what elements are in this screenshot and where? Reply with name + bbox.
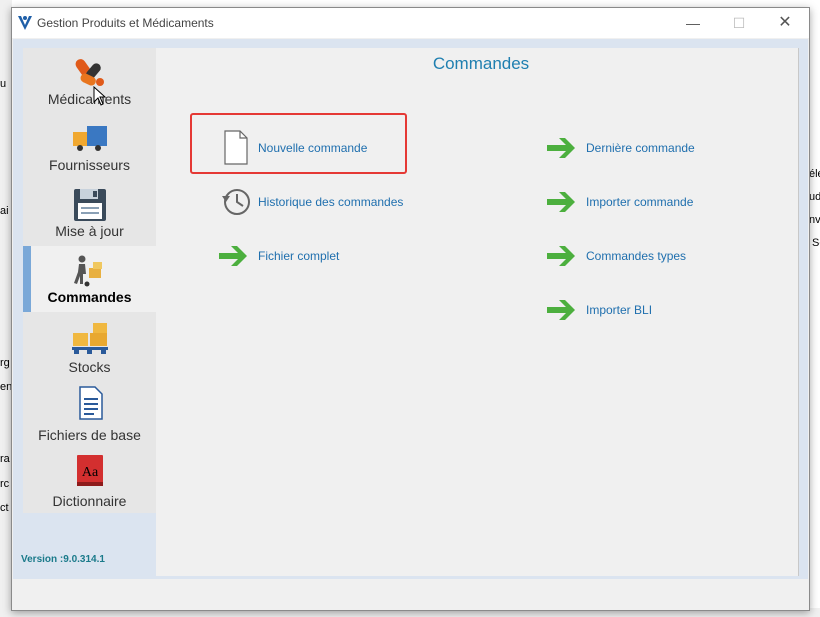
- bg-text-fragment: ct: [0, 502, 9, 514]
- sidebar-item-label: Médicaments: [47, 91, 132, 107]
- minimize-button[interactable]: —: [670, 8, 716, 38]
- dictionary-book-icon: Aa: [77, 455, 103, 486]
- bg-text-fragment: ai: [0, 205, 9, 217]
- app-logo-icon: [18, 16, 32, 30]
- sidebar-item-stocks[interactable]: Stocks: [23, 312, 156, 382]
- maximize-button[interactable]: ☐: [716, 8, 762, 38]
- floppy-disk-icon: [74, 189, 106, 221]
- green-arrow-icon: [547, 192, 575, 212]
- sidebar-item-label: Mise à jour: [55, 223, 124, 239]
- pills-icon: [75, 59, 104, 86]
- history-clock-icon: [222, 189, 250, 215]
- sidebar-item-dictionnaire[interactable]: Aa Dictionnaire: [23, 448, 156, 513]
- green-arrow-icon: [547, 246, 575, 266]
- blank-document-icon: [224, 130, 248, 165]
- bg-text-fragment: Se: [812, 237, 820, 249]
- boxes-on-pallet-icon: [72, 323, 108, 354]
- status-strip: [13, 579, 808, 609]
- sidebar-item-label: Dictionnaire: [52, 493, 127, 509]
- action-label: Importer BLI: [586, 303, 653, 317]
- sidebar-item-medicaments[interactable]: Médicaments: [23, 48, 156, 114]
- svg-text:Aa: Aa: [82, 465, 99, 480]
- green-arrow-icon: [547, 138, 575, 158]
- nouvelle-commande-button[interactable]: Nouvelle commande: [216, 128, 396, 168]
- bg-text-fragment: élé: [809, 168, 820, 180]
- bg-text-fragment: ud: [809, 191, 820, 203]
- action-label: Commandes types: [586, 249, 687, 263]
- action-label: Fichier complet: [258, 249, 340, 263]
- title-bar[interactable]: Gestion Produits et Médicaments — ☐ ✕: [12, 8, 809, 38]
- main-window: Gestion Produits et Médicaments — ☐ ✕ Mé…: [11, 7, 810, 611]
- sidebar-item-commandes[interactable]: Commandes: [23, 246, 156, 312]
- sidebar: Médicaments Fournisseurs Mise à jour Com…: [23, 48, 156, 513]
- sidebar-item-label: Fournisseurs: [49, 157, 130, 173]
- fichier-complet-button[interactable]: Fichier complet: [216, 236, 396, 276]
- bg-text-fragment: ra: [0, 453, 10, 465]
- close-button[interactable]: ✕: [762, 8, 808, 38]
- delivery-person-icon: [74, 255, 102, 287]
- action-label: Nouvelle commande: [258, 141, 368, 155]
- derniere-commande-button[interactable]: Dernière commande: [544, 128, 744, 168]
- client-area: Médicaments Fournisseurs Mise à jour Com…: [13, 39, 808, 579]
- mouse-cursor-icon: [93, 86, 107, 106]
- sidebar-item-label: Stocks: [68, 359, 111, 375]
- sidebar-item-label: Fichiers de base: [38, 427, 141, 443]
- window-title: Gestion Produits et Médicaments: [37, 16, 214, 30]
- importer-commande-button[interactable]: Importer commande: [544, 182, 744, 222]
- importer-bli-button[interactable]: Importer BLI: [544, 290, 744, 330]
- commandes-types-button[interactable]: Commandes types: [544, 236, 744, 276]
- commands-panel: Commandes Nouvelle commande Historique d…: [156, 48, 799, 576]
- bg-text-fragment: rg: [0, 357, 10, 369]
- historique-commandes-button[interactable]: Historique des commandes: [216, 182, 436, 222]
- green-arrow-icon: [219, 246, 247, 266]
- page-title: Commandes: [432, 54, 530, 73]
- sidebar-item-label: Commandes: [47, 289, 132, 305]
- sidebar-item-mise-a-jour[interactable]: Mise à jour: [23, 180, 156, 246]
- sidebar-item-fichiers-de-base[interactable]: Fichiers de base: [23, 382, 156, 448]
- bg-text-fragment: u: [0, 78, 7, 90]
- document-icon: [79, 386, 103, 420]
- action-label: Dernière commande: [586, 141, 695, 155]
- version-label: Version :9.0.314.1: [21, 554, 105, 565]
- bg-text-fragment: rc: [0, 478, 10, 490]
- action-label: Importer commande: [586, 195, 694, 209]
- action-label: Historique des commandes: [258, 195, 404, 209]
- truck-icon: [73, 126, 107, 151]
- green-arrow-icon: [547, 300, 575, 320]
- bg-text-fragment: nve: [809, 214, 820, 226]
- sidebar-item-fournisseurs[interactable]: Fournisseurs: [23, 114, 156, 180]
